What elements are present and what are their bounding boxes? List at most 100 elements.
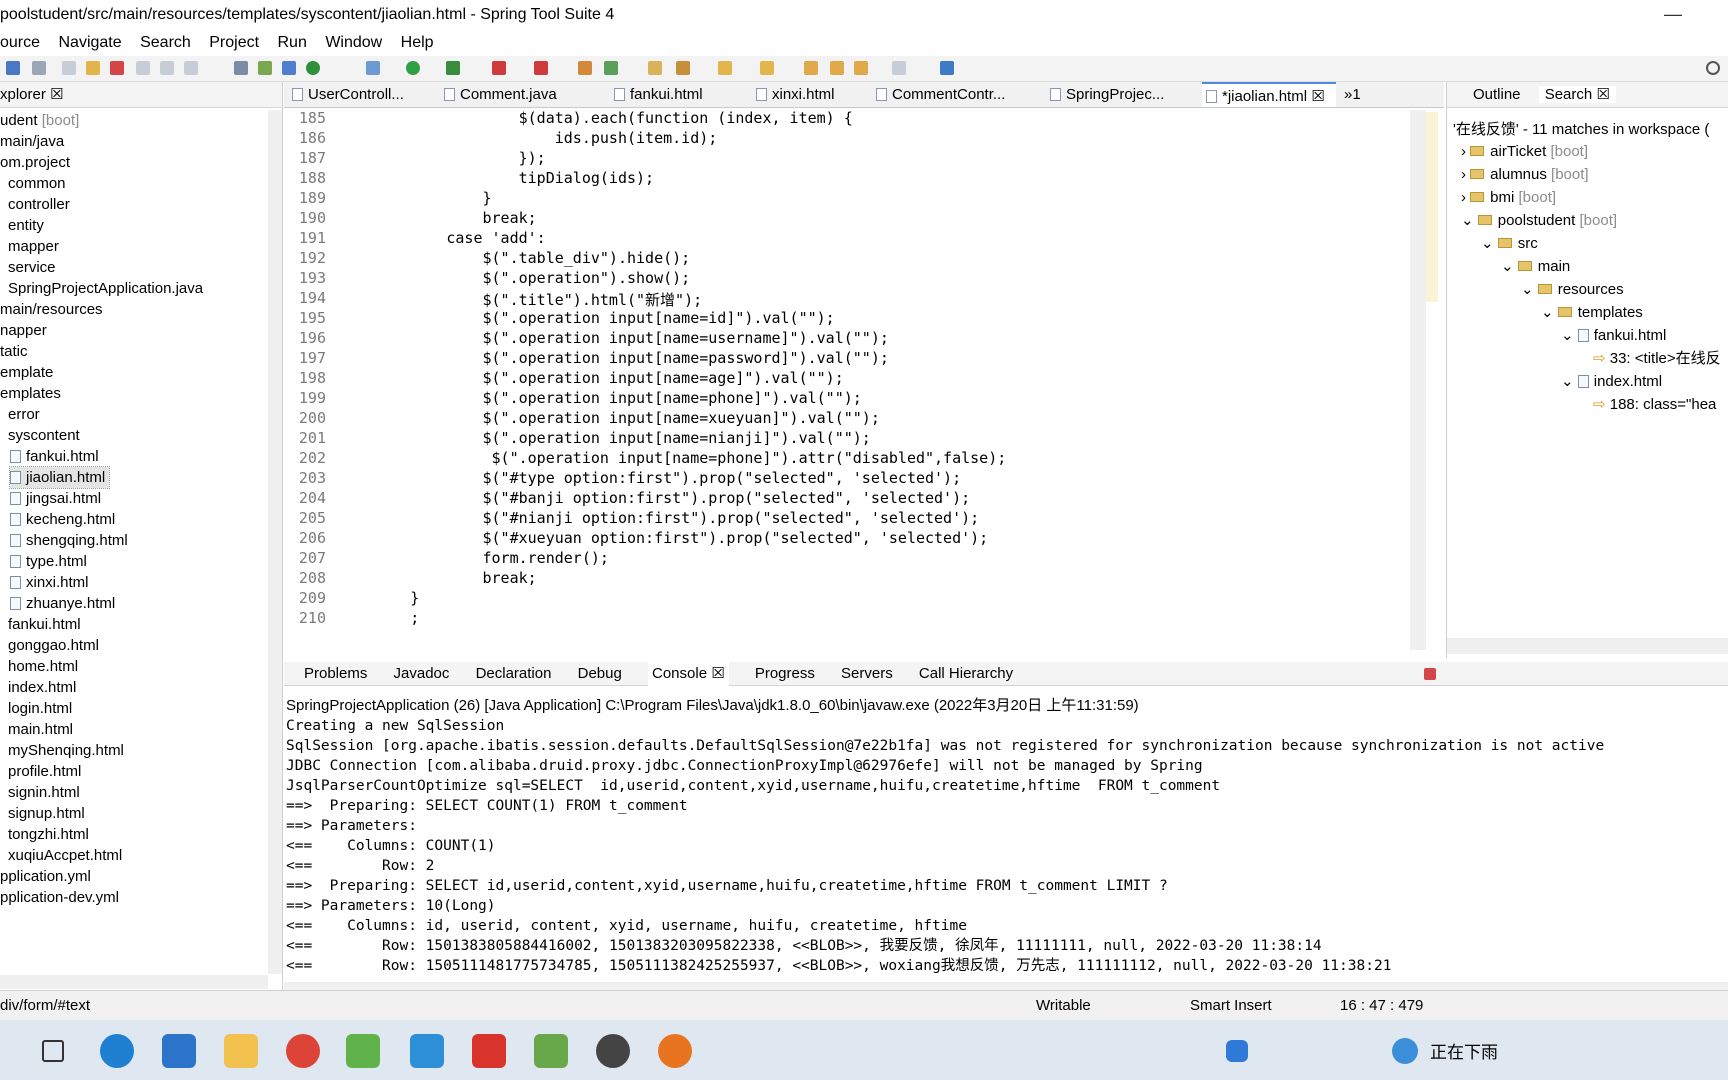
- search-result-item[interactable]: ⌄ templates: [1447, 301, 1728, 324]
- tree-item[interactable]: fankui.html: [0, 614, 266, 635]
- explorer-horizontal-scrollbar[interactable]: [0, 975, 268, 989]
- tree-item[interactable]: index.html: [0, 677, 266, 698]
- refresh-icon[interactable]: [604, 61, 618, 75]
- spring-boot-icon[interactable]: [306, 61, 320, 75]
- code-line[interactable]: }: [338, 589, 419, 607]
- code-line[interactable]: $(".operation input[name=password]").val…: [338, 349, 888, 367]
- search-result-item[interactable]: › bmi [boot]: [1447, 186, 1728, 209]
- code-line[interactable]: $("#type option:first").prop("selected",…: [338, 469, 961, 487]
- recorder-icon[interactable]: [658, 1034, 692, 1068]
- tree-item[interactable]: service: [0, 257, 266, 278]
- search-result-item[interactable]: ⌄ poolstudent [boot]: [1447, 209, 1728, 232]
- spring-tool-suite-icon[interactable]: [346, 1034, 380, 1068]
- tree-item[interactable]: xinxi.html: [0, 572, 266, 593]
- tab-outline[interactable]: Outline: [1473, 86, 1521, 103]
- code-line[interactable]: $(".operation input[name=age]").val("");: [338, 369, 843, 387]
- tree-item[interactable]: main/java: [0, 131, 266, 152]
- tree-item[interactable]: shengqing.html: [0, 530, 266, 551]
- run-icon[interactable]: [406, 61, 420, 75]
- terminate-console-icon[interactable]: [1424, 668, 1436, 680]
- last-edit-icon[interactable]: [804, 61, 818, 75]
- step-into-icon[interactable]: [160, 61, 174, 75]
- debug-icon[interactable]: [366, 61, 380, 75]
- tree-item[interactable]: entity: [0, 215, 266, 236]
- search-result-item[interactable]: ⌄ fankui.html: [1447, 324, 1728, 347]
- edge-icon[interactable]: [100, 1034, 134, 1068]
- tree-item[interactable]: napper: [0, 320, 266, 341]
- tree-item[interactable]: error: [0, 404, 266, 425]
- tree-item[interactable]: signin.html: [0, 782, 266, 803]
- html-icon[interactable]: [258, 61, 272, 75]
- step-over-icon[interactable]: [184, 61, 198, 75]
- tree-item[interactable]: tatic: [0, 341, 266, 362]
- code-line[interactable]: break;: [338, 209, 536, 227]
- tab-declaration[interactable]: Declaration: [476, 662, 552, 686]
- chrome-icon[interactable]: [286, 1034, 320, 1068]
- tree-item[interactable]: main.html: [0, 719, 266, 740]
- search-match[interactable]: ⇨ 33: <title>在线反: [1447, 347, 1728, 370]
- stop-icon[interactable]: [492, 61, 506, 75]
- explorer-vertical-scrollbar[interactable]: [268, 110, 282, 974]
- code-line[interactable]: $("#nianji option:first").prop("selected…: [338, 509, 979, 527]
- tree-item[interactable]: home.html: [0, 656, 266, 677]
- tree-item[interactable]: profile.html: [0, 761, 266, 782]
- code-line[interactable]: $("#banji option:first").prop("selected"…: [338, 489, 970, 507]
- tab-fankui-html[interactable]: fankui.html: [610, 82, 730, 107]
- menu-source[interactable]: ource: [0, 30, 40, 56]
- tab-commentcontroller[interactable]: CommentContr...: [872, 82, 1032, 107]
- code-line[interactable]: $(".operation input[name=username]").val…: [338, 329, 888, 347]
- tab-debug[interactable]: Debug: [578, 662, 622, 686]
- tree-item[interactable]: common: [0, 173, 266, 194]
- tree-item-selected[interactable]: jiaolian.html: [0, 466, 266, 489]
- code-line[interactable]: $(".operation input[name=xueyuan]").val(…: [338, 409, 879, 427]
- tab-overflow[interactable]: »1: [1344, 82, 1384, 107]
- tab-javadoc[interactable]: Javadoc: [394, 662, 450, 686]
- task-view-icon[interactable]: [42, 1040, 64, 1062]
- menu-window[interactable]: Window: [325, 30, 382, 56]
- notepad-icon[interactable]: [534, 1034, 568, 1068]
- project-explorer-title[interactable]: xplorer ☒: [0, 86, 63, 103]
- overview-ruler[interactable]: [1426, 112, 1438, 302]
- search-result-item[interactable]: ⌄ main: [1447, 255, 1728, 278]
- tree-item[interactable]: emplates: [0, 383, 266, 404]
- tab-call-hierarchy[interactable]: Call Hierarchy: [919, 662, 1013, 686]
- code-line[interactable]: $(data).each(function (index, item) {: [338, 110, 853, 127]
- tab-console[interactable]: Console ☒: [648, 662, 729, 686]
- nav-forward-icon[interactable]: [892, 61, 906, 75]
- search-result-item[interactable]: ⌄ index.html: [1447, 370, 1728, 393]
- console-horizontal-scrollbar[interactable]: [284, 982, 1728, 990]
- terminate-icon[interactable]: [110, 61, 124, 75]
- code-area[interactable]: 185 $(data).each(function (index, item) …: [284, 110, 1410, 666]
- suspend-icon[interactable]: [86, 61, 100, 75]
- search-match[interactable]: ⇨ 188: class="hea: [1447, 393, 1728, 416]
- tab-comment-java[interactable]: Comment.java: [440, 82, 590, 107]
- tree-item[interactable]: controller: [0, 194, 266, 215]
- menu-navigate[interactable]: Navigate: [58, 30, 121, 56]
- back-icon[interactable]: [830, 61, 844, 75]
- search-result-item[interactable]: › airTicket [boot]: [1447, 140, 1728, 163]
- tab-springprojectapplication[interactable]: SpringProjec...: [1046, 82, 1206, 107]
- format-icon[interactable]: [234, 61, 248, 75]
- tree-item[interactable]: signup.html: [0, 803, 266, 824]
- tree-item[interactable]: type.html: [0, 551, 266, 572]
- tree-item[interactable]: gonggao.html: [0, 635, 266, 656]
- code-line[interactable]: $(".table_div").hide();: [338, 249, 690, 267]
- code-line[interactable]: $("#xueyuan option:first").prop("selecte…: [338, 529, 988, 547]
- tree-item[interactable]: pplication.yml: [0, 866, 266, 887]
- next-annotation-icon[interactable]: [718, 61, 732, 75]
- resume-icon[interactable]: [62, 61, 76, 75]
- disconnect-icon[interactable]: [136, 61, 150, 75]
- menu-project[interactable]: Project: [209, 30, 259, 56]
- menu-run[interactable]: Run: [278, 30, 307, 56]
- code-line[interactable]: $(".operation input[name=phone]").attr("…: [338, 449, 1007, 467]
- tree-item[interactable]: mapper: [0, 236, 266, 257]
- dolphin-icon[interactable]: [410, 1034, 444, 1068]
- search-icon[interactable]: [1706, 61, 1720, 75]
- search-result-item[interactable]: ⌄ resources: [1447, 278, 1728, 301]
- tab-progress[interactable]: Progress: [755, 662, 815, 686]
- code-line[interactable]: $(".title").html("新增");: [338, 289, 702, 310]
- code-line[interactable]: break;: [338, 569, 536, 587]
- tree-item[interactable]: zhuanye.html: [0, 593, 266, 614]
- web-icon[interactable]: [282, 61, 296, 75]
- qq-tray-icon[interactable]: [1226, 1040, 1248, 1062]
